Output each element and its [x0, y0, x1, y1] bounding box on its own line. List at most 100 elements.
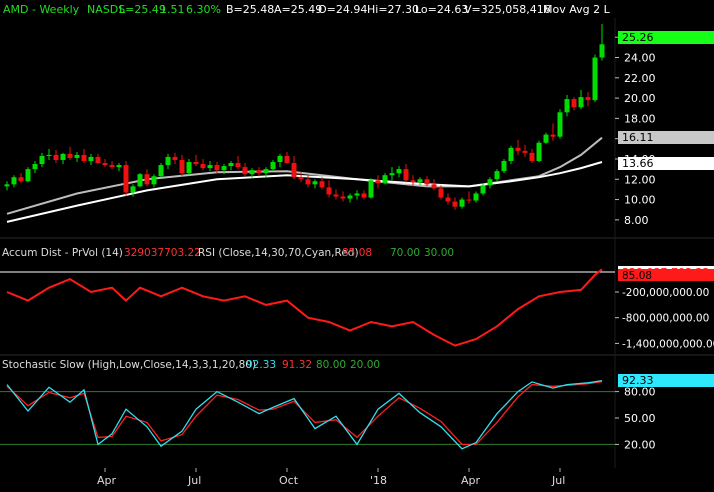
candle-body [46, 154, 52, 156]
candle-body [25, 169, 31, 182]
price-tick-label: 22.00 [624, 72, 656, 85]
price-tag-ma-fast-text: 16.11 [622, 131, 654, 144]
candle-body [487, 179, 493, 186]
candle-body [221, 166, 227, 171]
price-tag-last: 25.26 [618, 31, 714, 44]
price-tag-ma-slow-text: 13.66 [622, 157, 654, 170]
candle-body [529, 152, 535, 162]
candle-body [256, 170, 262, 174]
x-tick-label: Apr [97, 474, 117, 487]
candle-body [417, 179, 423, 183]
candle-body [207, 165, 213, 169]
price-tick-label: 18.00 [624, 112, 656, 125]
candle-body [172, 156, 178, 160]
candle-body [179, 159, 185, 174]
candle-body [214, 165, 220, 171]
candle-body [396, 169, 402, 174]
candle-body [431, 184, 437, 189]
candle-body [109, 165, 115, 168]
stoch-d-value: 91.32 [282, 359, 312, 371]
candle-body [158, 165, 164, 177]
candle-body [445, 197, 451, 202]
candle [536, 140, 542, 163]
header-high: Hi=27.30 [367, 3, 419, 16]
x-tick-label: Apr [461, 474, 481, 487]
x-tick-label: Oct [279, 474, 299, 487]
candle-body [284, 155, 290, 164]
candle-body [95, 156, 101, 164]
candle-body [116, 165, 122, 168]
candle-body [81, 154, 87, 162]
candle-body [130, 186, 136, 193]
header-change: 1.51 [160, 3, 185, 16]
accum-tick-label: -1,400,000,000.00 [622, 338, 714, 350]
candle [123, 161, 129, 196]
candle-body [200, 164, 206, 169]
candle-body [67, 153, 73, 158]
candle-body [599, 44, 605, 58]
candle-body [571, 99, 577, 108]
stoch-tag: 92.33 [618, 374, 714, 387]
candle-body [543, 134, 549, 143]
candle-body [578, 97, 584, 108]
candle-body [53, 154, 59, 160]
rsi-tag-text: 85.08 [622, 270, 652, 282]
candle-body [333, 194, 339, 197]
candle-body [389, 173, 395, 176]
candle-body [4, 184, 10, 187]
candle-body [298, 177, 304, 180]
price-tick-label: 24.00 [624, 52, 656, 65]
candle-body [235, 163, 241, 168]
candle-body [186, 162, 192, 174]
accum-panel-label: Accum Dist - PrVol (14) [2, 247, 123, 259]
candle [368, 178, 374, 199]
candle-body [550, 134, 556, 137]
candle-body [249, 170, 255, 175]
header-ask: A=25.49 [274, 3, 322, 16]
candle-body [165, 156, 171, 166]
candle-body [193, 162, 199, 165]
accum-y-axis: -200,000,000.00 -800,000,000.00 -1,400,000… [615, 287, 714, 350]
candle-body [347, 195, 353, 199]
stoch-k-value: 92.33 [246, 359, 276, 371]
candle-body [473, 193, 479, 201]
price-tag-ma-slow: 13.66 [618, 157, 714, 170]
stoch-tick-label: 20.00 [624, 438, 656, 451]
candle-body [354, 193, 360, 196]
candle-body [319, 181, 325, 188]
header-change-pct: 6.30% [186, 3, 221, 16]
candle-body [564, 99, 570, 113]
candle-body [592, 57, 598, 101]
candle-body [508, 147, 514, 162]
candle-body [11, 177, 17, 185]
candle-body [305, 179, 311, 185]
stoch-panel-label: Stochastic Slow (High,Low,Close,14,3,3,1… [2, 359, 256, 371]
candle-body [144, 174, 150, 185]
price-tick-label: 10.00 [624, 194, 656, 207]
candle-body [368, 180, 374, 198]
rsi-panel-label: RSI (Close,14,30,70,Cyan,Red) [198, 247, 359, 259]
candle-body [585, 97, 591, 101]
candle-body [452, 201, 458, 207]
candle-body [480, 185, 486, 194]
candle-body [522, 150, 528, 153]
header-bid: B=25.48 [226, 3, 274, 16]
accum-panel-value: 329037703.22 [124, 247, 201, 259]
candle-body [501, 161, 507, 172]
candle [501, 158, 507, 174]
candle-body [151, 176, 157, 185]
candle-body [459, 199, 465, 207]
header-symbol: AMD - Weekly [3, 3, 80, 16]
candle-body [18, 177, 24, 182]
candle-body [60, 153, 66, 160]
rsi-panel-value: 85.08 [342, 247, 372, 259]
candle-body [382, 175, 388, 184]
rsi-tag: 85.08 [618, 269, 714, 282]
candle-body [123, 165, 129, 193]
candle-body [466, 199, 472, 201]
candle-body [494, 171, 500, 180]
header-last: L=25.49 [119, 3, 166, 16]
price-tick-label: 8.00 [624, 214, 649, 227]
candle [158, 163, 164, 178]
candle [137, 173, 143, 188]
